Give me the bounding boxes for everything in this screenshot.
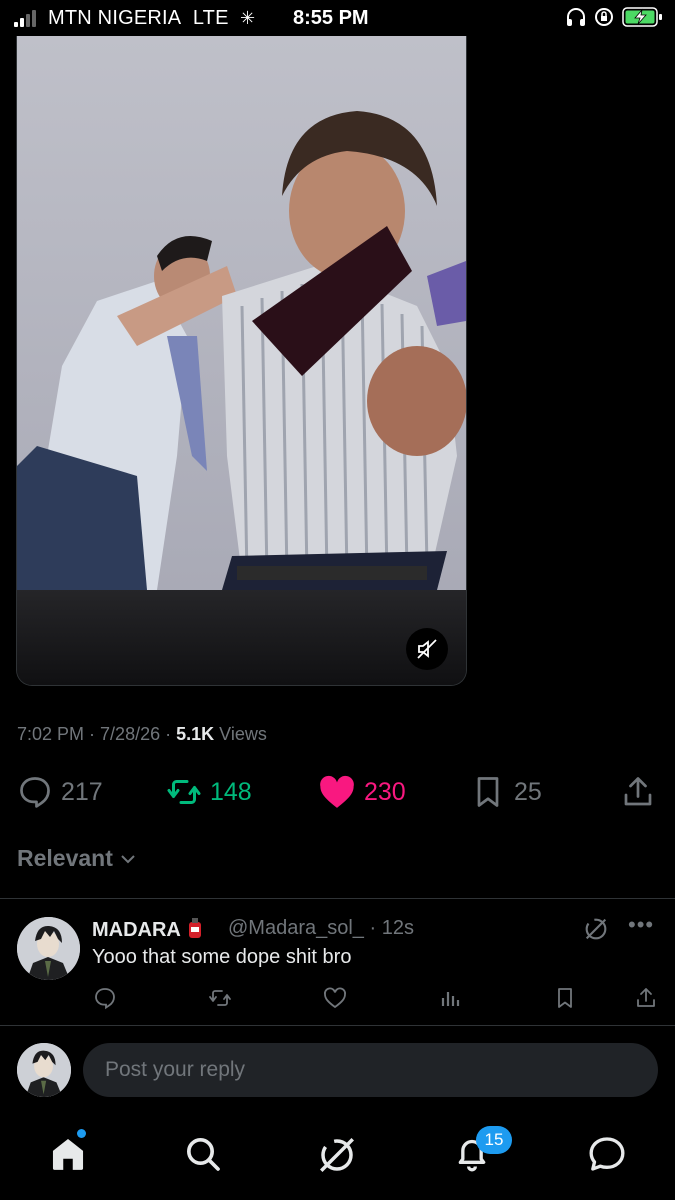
like-button[interactable]: 230: [318, 774, 406, 810]
sort-label: Relevant: [17, 845, 113, 871]
fire-extinguisher-emoji-icon: [188, 918, 201, 938]
tweet-video[interactable]: [16, 36, 467, 686]
bookmark-icon[interactable]: [553, 986, 577, 1010]
like-count: 230: [364, 777, 406, 806]
reply-text: Yooo that some dope shit bro: [92, 946, 352, 968]
battery-charging-icon: [622, 7, 662, 27]
carrier-label: MTN NIGERIA LTE: [48, 7, 229, 29]
bookmark-icon: [477, 777, 499, 807]
grok-icon[interactable]: [316, 1134, 358, 1176]
chevron-down-icon: [121, 854, 135, 863]
tweet-time: 7:02 PM: [17, 724, 85, 744]
reply-count: 217: [61, 777, 103, 806]
signal-strength-icon: [14, 10, 36, 27]
repost-icon: [167, 780, 201, 804]
mute-button[interactable]: [406, 628, 448, 670]
headphones-icon: [567, 8, 585, 26]
orientation-lock-icon: [595, 8, 613, 26]
more-options-icon[interactable]: •••: [628, 912, 654, 938]
analytics-icon[interactable]: [440, 986, 462, 1010]
speaker-muted-icon: [417, 639, 437, 659]
share-button[interactable]: [620, 774, 656, 810]
reply-handle[interactable]: @Madara_sol_: [228, 917, 364, 939]
views-label: Views: [219, 724, 267, 744]
share-icon: [624, 777, 652, 806]
status-bar: MTN NIGERIA LTE ✳ 8:55 PM: [0, 0, 675, 36]
reply-author-name[interactable]: MADARA: [92, 917, 204, 942]
repost-icon[interactable]: [207, 986, 233, 1010]
reply-input-placeholder: Post your reply: [105, 1058, 246, 1081]
reply-time: 12s: [381, 917, 414, 939]
reply-input[interactable]: Post your reply: [83, 1043, 658, 1097]
avatar-image: [17, 1043, 71, 1097]
search-icon[interactable]: [183, 1134, 223, 1174]
home-icon[interactable]: [49, 1134, 87, 1174]
repost-count: 148: [210, 777, 252, 806]
divider: [0, 1025, 675, 1026]
messages-icon[interactable]: [587, 1134, 627, 1174]
video-frame-image: [17, 36, 466, 590]
heart-icon[interactable]: [323, 986, 347, 1010]
reply-handle-time: @Madara_sol_ · 12s: [228, 917, 414, 939]
heart-filled-icon: [320, 775, 354, 808]
repost-button[interactable]: 148: [166, 774, 252, 810]
avatar[interactable]: [17, 917, 80, 980]
views-count: 5.1K: [176, 724, 215, 744]
reply-bubble-icon: [20, 777, 50, 808]
avatar-image: [17, 917, 80, 980]
tweet-date[interactable]: 7/28/26: [100, 724, 160, 744]
bookmark-count: 25: [514, 777, 542, 806]
reply-button[interactable]: 217: [17, 774, 103, 810]
grok-icon[interactable]: [582, 915, 610, 943]
divider: [0, 898, 675, 899]
my-avatar[interactable]: [17, 1043, 71, 1097]
share-icon[interactable]: [634, 986, 658, 1010]
reply-bubble-icon[interactable]: [93, 986, 117, 1010]
status-time: 8:55 PM: [293, 7, 369, 29]
home-unread-dot: [77, 1129, 86, 1138]
activity-spinner-icon: ✳: [240, 8, 256, 28]
notifications-badge: 15: [476, 1126, 512, 1154]
bookmark-button[interactable]: 25: [470, 774, 542, 810]
video-controls-area: [17, 590, 466, 685]
tweet-meta: 7:02 PM · 7/28/26 · 5.1K Views: [17, 724, 267, 744]
reply-sort-dropdown[interactable]: Relevant: [17, 845, 137, 872]
